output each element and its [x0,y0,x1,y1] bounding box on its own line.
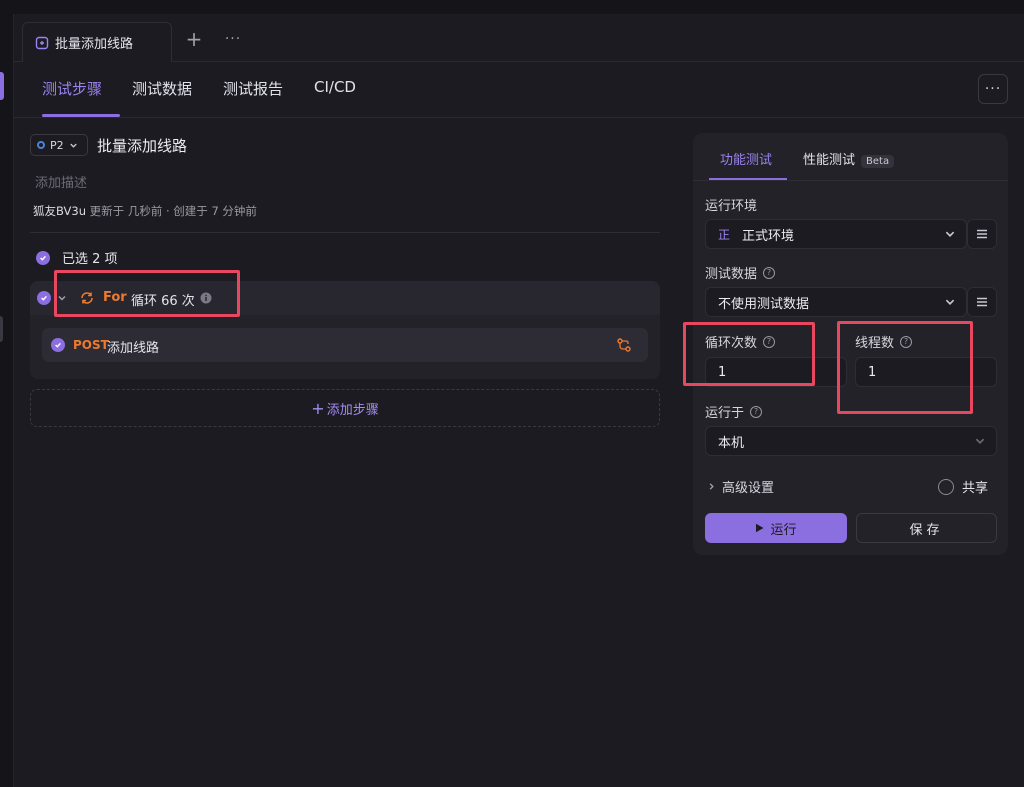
top-strip [0,0,1024,14]
chevron-down-icon [975,438,985,444]
case-subtabs: 测试步骤 测试数据 测试报告 CI/CD ··· [14,62,1024,118]
post-step-row[interactable]: POST 添加线路 [42,328,648,362]
for-loop-text: 循环 66 次 [131,294,195,309]
share-toggle[interactable]: 共享 [938,477,988,496]
run-env-label: 运行环境 [705,199,758,214]
description-field[interactable]: 添加描述 [35,172,87,191]
thread-count-label: 线程数? [855,332,913,351]
test-data-label: 测试数据? [705,263,776,282]
env-value: 正式环境 [742,228,795,244]
left-rail [0,14,14,787]
add-step-label: 添加步骤 [326,402,379,418]
run-on-value: 本机 [718,435,745,451]
run-on-label: 运行于? [705,402,763,421]
test-case-icon [35,36,49,49]
help-icon[interactable]: ? [900,335,913,348]
test-data-select[interactable]: 不使用测试数据 [705,287,967,317]
chevron-down-icon [945,231,955,237]
play-icon [756,523,764,533]
performance-label: 性能测试 [803,153,856,168]
http-method: POST [73,338,109,352]
active-tab-underline [42,114,120,117]
document-tab-bar: 批量添加线路 + ··· [14,14,1024,62]
document-tab-title: 批量添加线路 [55,37,134,52]
case-meta: 狐友BV3u 更新于 几秒前 · 创建于 7 分钟前 [33,203,257,219]
list-icon [977,297,987,307]
thread-count-value: 1 [868,364,877,380]
route-icon[interactable] [617,338,631,352]
more-dots-icon: ··· [984,81,1002,97]
divider [30,232,660,233]
post-check-icon[interactable] [51,338,65,352]
chevron-down-icon [69,143,77,148]
help-icon[interactable]: ? [763,266,776,279]
selected-count-label: 已选 2 项 [62,252,118,267]
panel-tabs-divider [693,180,1008,181]
new-tab-icon[interactable]: + [184,28,204,52]
loop-count-input[interactable]: 1 [705,357,847,387]
run-config-panel: 功能测试 性能测试 Beta 运行环境 正 正式环境 测试数据? 不使用测试数据 … [693,133,1008,555]
env-tag: 正 [718,227,731,242]
advanced-settings-label: 高级设置 [722,481,775,496]
for-keyword: For [103,290,127,305]
tab-performance-test[interactable]: 性能测试 Beta [803,149,895,168]
info-icon[interactable] [200,292,212,304]
tab-more-icon[interactable]: ··· [222,28,244,52]
share-label: 共享 [962,481,989,496]
step-name: 添加线路 [107,341,160,356]
chevron-down-icon[interactable] [57,293,67,303]
priority-select[interactable]: P2 [30,134,88,156]
thread-count-input[interactable]: 1 [855,357,997,387]
help-icon[interactable]: ? [763,335,776,348]
tab-test-steps[interactable]: 测试步骤 [42,78,102,99]
chevron-right-icon [709,483,714,490]
test-data-value: 不使用测试数据 [718,296,810,312]
run-on-select[interactable]: 本机 [705,426,997,456]
priority-dot-icon [37,141,45,149]
run-label: 运行 [770,522,797,538]
list-icon [977,229,987,239]
share-radio[interactable] [938,478,954,495]
loop-count-value: 1 [718,364,727,380]
tab-test-data[interactable]: 测试数据 [132,78,192,99]
more-options-button[interactable]: ··· [978,74,1008,104]
help-icon[interactable]: ? [750,405,763,418]
run-button[interactable]: 运行 [705,513,847,543]
priority-label: P2 [50,138,64,152]
document-tab[interactable]: 批量添加线路 [22,22,172,62]
test-data-manage-button[interactable] [967,287,997,317]
for-loop-header[interactable]: For 循环 66 次 [30,281,660,315]
author-name: 狐友BV3u [33,204,87,218]
check-circle-icon[interactable] [36,250,50,265]
env-manage-button[interactable] [967,219,997,249]
plus-icon: + [311,398,325,418]
run-env-select[interactable]: 正 正式环境 [705,219,967,249]
for-check-icon[interactable] [37,291,51,305]
chevron-down-icon [945,299,955,305]
for-loop-block: For 循环 66 次 POST 添加线路 [30,281,660,379]
case-title[interactable]: 批量添加线路 [97,135,187,156]
update-info: 更新于 几秒前 · 创建于 7 分钟前 [86,204,257,218]
add-step-button[interactable]: + 添加步骤 [30,389,660,427]
save-button[interactable]: 保存 [856,513,997,543]
loop-icon [81,292,93,304]
left-rail-active-indicator[interactable] [0,72,4,100]
beta-badge: Beta [861,155,895,168]
tab-test-report[interactable]: 测试报告 [223,78,283,99]
left-rail-indicator[interactable] [0,316,3,342]
selected-count-row[interactable]: 已选 2 项 [36,248,118,267]
loop-count-label: 循环次数? [705,332,776,351]
advanced-settings-toggle[interactable]: 高级设置 [707,477,774,496]
tab-ci-cd[interactable]: CI/CD [314,78,356,96]
tab-functional-test[interactable]: 功能测试 [720,149,772,168]
